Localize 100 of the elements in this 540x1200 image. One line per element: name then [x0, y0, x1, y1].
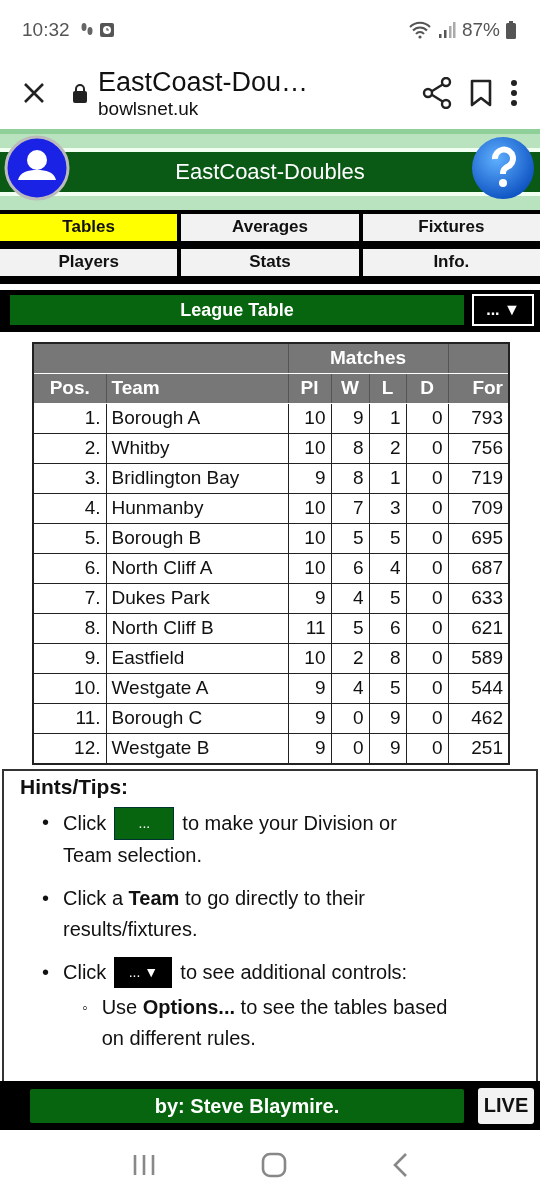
lock-icon — [72, 83, 88, 104]
table-cell: 0 — [406, 613, 448, 644]
table-cell: 0 — [406, 523, 448, 554]
table-cell: 10 — [288, 433, 331, 464]
help-icon[interactable] — [470, 134, 536, 201]
nav-tab[interactable]: Fixtures — [362, 213, 540, 241]
table-cell: 7. — [33, 583, 106, 614]
table-cell: 9. — [33, 643, 106, 674]
team-link[interactable]: Borough B — [106, 523, 288, 554]
table-cell: 8. — [33, 613, 106, 644]
user-avatar-icon[interactable] — [4, 134, 70, 201]
section-title[interactable]: League Table — [10, 294, 464, 325]
table-cell: 0 — [406, 433, 448, 464]
table-cell: 0 — [406, 583, 448, 614]
team-link[interactable]: Whitby — [106, 433, 288, 464]
column-header: Pos. — [33, 373, 106, 404]
team-link[interactable]: Westgate A — [106, 673, 288, 704]
share-icon[interactable] — [422, 77, 452, 110]
nav-tab[interactable]: Tables — [0, 213, 178, 241]
page-url: bowlsnet.uk — [98, 97, 200, 120]
bookmark-icon[interactable] — [470, 79, 492, 108]
table-cell: 2 — [331, 643, 369, 674]
team-link[interactable]: North Cliff B — [106, 613, 288, 644]
page-title: EastCoast-Dou… — [98, 66, 310, 98]
table-cell: 2 — [369, 433, 406, 464]
table-cell: 9 — [288, 673, 331, 704]
table-cell: 5 — [331, 523, 369, 554]
table-cell: 3 — [369, 493, 406, 524]
live-button[interactable]: LIVE — [478, 1087, 534, 1124]
table-cell: 10 — [288, 643, 331, 674]
table-cell: 9 — [288, 703, 331, 734]
bullet: • — [42, 959, 49, 985]
bullet: ◦ — [82, 997, 88, 1018]
table-cell: 6. — [33, 553, 106, 584]
nav-tab[interactable]: Averages — [181, 213, 359, 241]
table-cell: 0 — [406, 403, 448, 434]
league-name: EastCoast-Doubles — [175, 158, 365, 185]
nav-tab[interactable]: Info. — [362, 248, 540, 276]
team-link[interactable]: Borough A — [106, 403, 288, 434]
team-link[interactable]: Dukes Park — [106, 583, 288, 614]
table-cell: 0 — [406, 643, 448, 674]
hint-text: Click — [63, 959, 107, 985]
table-cell: 9 — [331, 403, 369, 434]
table-cell: 6 — [331, 553, 369, 584]
recent-apps-icon[interactable] — [132, 1153, 157, 1178]
menu-button[interactable]: ... ▼ — [472, 293, 534, 326]
table-cell: 0 — [406, 493, 448, 524]
table-cell: 4. — [33, 493, 106, 524]
table-cell: 11. — [33, 703, 106, 734]
hint-text: Team selection. — [63, 842, 203, 868]
nav-tab[interactable]: Stats — [181, 248, 359, 276]
table-cell: 0 — [406, 463, 448, 494]
table-cell: 5 — [331, 613, 369, 644]
table-cell: 9 — [288, 463, 331, 494]
team-link[interactable]: Borough C — [106, 703, 288, 734]
table-cell: 10. — [33, 673, 106, 704]
wifi-icon — [407, 20, 432, 39]
table-cell: 4 — [369, 553, 406, 584]
table-cell: 1 — [369, 463, 406, 494]
column-header: For — [448, 373, 509, 404]
table-cell: 0 — [406, 673, 448, 704]
table-cell: 5. — [33, 523, 106, 554]
hint-text: to see additional controls: — [180, 959, 408, 985]
table-cell: 9 — [288, 583, 331, 614]
table-cell: 1. — [33, 403, 106, 434]
battery-icon — [506, 20, 516, 39]
back-icon[interactable] — [391, 1152, 408, 1179]
table-cell: 0 — [406, 703, 448, 734]
table-cell: 0 — [331, 703, 369, 734]
table-cell: 8 — [369, 643, 406, 674]
hint-text: Click — [63, 810, 107, 836]
table-cell: 10 — [288, 493, 331, 524]
table-cell: 5 — [369, 583, 406, 614]
table-cell: 3. — [33, 463, 106, 494]
home-icon[interactable] — [261, 1152, 287, 1179]
team-link[interactable]: Eastfield — [106, 643, 288, 674]
table-cell: 11 — [288, 613, 331, 644]
table-cell: 9 — [369, 703, 406, 734]
signal-icon — [437, 20, 456, 39]
table-cell: 0 — [406, 553, 448, 584]
table-cell: 2. — [33, 433, 106, 464]
table-cell: 1 — [369, 403, 406, 434]
team-link[interactable]: Bridlington Bay — [106, 463, 288, 494]
table-cell: 4 — [331, 583, 369, 614]
column-header: Team — [106, 373, 288, 404]
team-link[interactable]: Hunmanby — [106, 493, 288, 524]
team-link[interactable]: North Cliff A — [106, 553, 288, 584]
table-cell: 7 — [331, 493, 369, 524]
bullet: • — [42, 885, 49, 911]
bullet: • — [42, 809, 49, 835]
table-cell: 8 — [331, 433, 369, 464]
table-cell: 10 — [288, 553, 331, 584]
nav-tab[interactable]: Players — [0, 248, 178, 276]
hint-text: Click a Team to go directly to their results/fixtures. — [63, 885, 366, 942]
more-options-icon[interactable] — [510, 79, 518, 108]
table-cell: 10 — [288, 523, 331, 554]
author-credit[interactable]: by: Steve Blaymire. — [30, 1088, 464, 1123]
table-cell: 10 — [288, 403, 331, 434]
clock: 10:32 — [22, 18, 70, 41]
hint-text: to make your Division or — [182, 810, 397, 836]
